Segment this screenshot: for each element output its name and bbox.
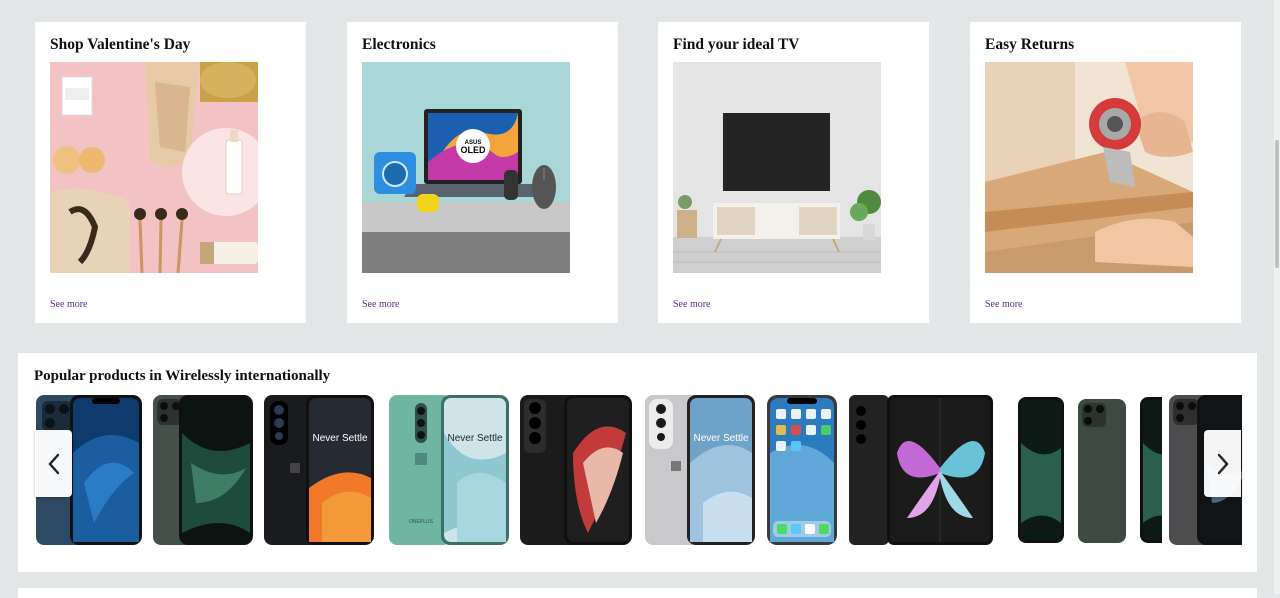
returns-image[interactable] [985, 62, 1193, 273]
card-tv: Find your ideal TV See more [658, 22, 929, 323]
next-section-edge [18, 588, 1257, 598]
electronics-image[interactable]: ASUS OLED [362, 62, 570, 273]
card-title: Find your ideal TV [673, 36, 800, 53]
phone-screen-text: Never Settle [312, 433, 367, 444]
carousel-prev-button[interactable] [35, 430, 72, 497]
valentines-image[interactable] [50, 62, 258, 273]
see-more-link[interactable]: See more [673, 299, 711, 310]
scrollbar-thumb[interactable] [1275, 140, 1279, 268]
page-scrollbar[interactable] [1274, 0, 1280, 594]
phone-screen-text: Never Settle [447, 433, 502, 444]
card-electronics: Electronics ASUS OLED See more [347, 22, 618, 323]
product-iphone-x[interactable] [765, 393, 839, 547]
card-valentines: Shop Valentine's Day See more [35, 22, 306, 323]
product-oneplus-9-black[interactable]: Never Settle [262, 393, 376, 547]
see-more-link[interactable]: See more [50, 299, 88, 310]
product-iphone-11-pro-green[interactable] [151, 393, 255, 547]
phone-screen-text: Never Settle [693, 433, 748, 444]
popular-products-carousel: Popular products in Wirelessly internati… [18, 353, 1257, 572]
card-title: Easy Returns [985, 36, 1075, 53]
carousel-title: Popular products in Wirelessly internati… [34, 368, 331, 384]
card-title: Electronics [362, 36, 436, 53]
see-more-link[interactable]: See more [985, 299, 1023, 310]
laptop-screen-text: OLED [460, 145, 486, 155]
see-more-link[interactable]: See more [362, 299, 400, 310]
phone-back-text: ONEPLUS [409, 519, 434, 525]
chevron-left-icon [47, 453, 59, 474]
card-returns: Easy Returns See more [970, 22, 1241, 323]
product-iphone-11-pro-trio[interactable] [1002, 393, 1162, 547]
product-oneplus-8-green[interactable]: ONEPLUS Never Settle [387, 393, 511, 547]
chevron-right-icon [1217, 453, 1229, 474]
tv-image[interactable] [673, 62, 881, 273]
product-oneplus-9-pro-silver[interactable]: Never Settle [643, 393, 757, 547]
product-samsung-s21-ultra[interactable] [518, 393, 634, 547]
product-galaxy-z-fold[interactable] [847, 393, 995, 547]
carousel-track: Never Settle ONEPLUS Never Settle Never … [34, 393, 1242, 547]
card-title: Shop Valentine's Day [50, 36, 191, 53]
carousel-next-button[interactable] [1204, 430, 1241, 497]
